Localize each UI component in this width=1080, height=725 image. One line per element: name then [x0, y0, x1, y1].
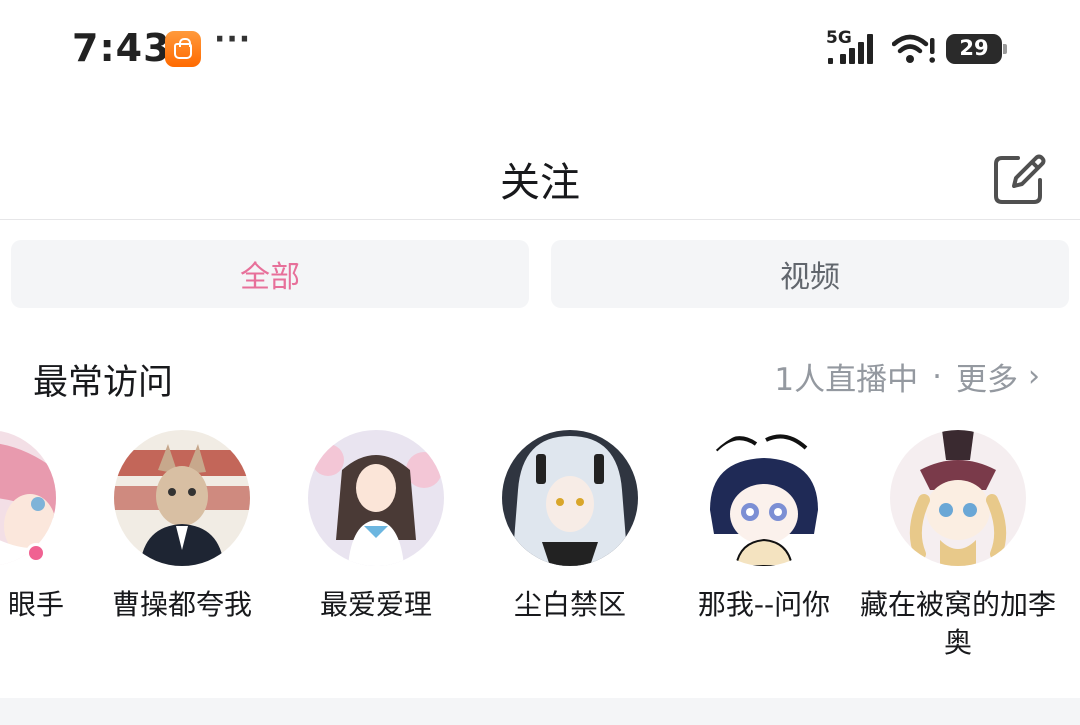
avatar-name: 曹操都夸我	[111, 588, 252, 621]
avatar-name: 藏在被窝的加李奥	[859, 588, 1056, 659]
page-title: 关注	[500, 160, 580, 206]
screen: 7:43 ··· 5G 29 关注 全部 视频 最常访问 1人直播中 · 更多 …	[0, 0, 1080, 725]
more-label: 更多	[956, 362, 1018, 398]
live-status-text: 1人直播中	[774, 362, 919, 398]
frequent-visits-row: 眼手 曹操都夸我 最爱爱理 尘白禁区 那我--问你 藏在被窝的加李奥	[0, 420, 1080, 690]
status-bar: 7:43 ··· 5G 29	[0, 0, 1080, 100]
cellular-signal-icon: 5G	[826, 28, 884, 68]
more-notifications-icon: ···	[214, 22, 252, 57]
avatar-item[interactable]: 那我--问你	[664, 420, 864, 690]
avatar-item[interactable]: 眼手	[0, 420, 88, 690]
mi-store-icon	[165, 31, 201, 67]
avatar-item[interactable]: 最爱爱理	[276, 420, 476, 690]
edit-icon	[994, 154, 1046, 204]
avatar-name: 最爱爱理	[319, 588, 432, 621]
separator-dot: ·	[932, 358, 942, 395]
avatar-item[interactable]: 藏在被窝的加李奥	[858, 420, 1058, 690]
avatar	[308, 430, 444, 566]
battery-icon: 29	[946, 34, 1008, 64]
avatar-item[interactable]: 尘白禁区	[470, 420, 670, 690]
tab-all-label: 全部	[240, 260, 300, 295]
avatar-name: 尘白禁区	[513, 588, 626, 621]
network-type-label: 5G	[826, 28, 852, 48]
wifi-icon	[891, 32, 936, 66]
edit-button[interactable]	[990, 150, 1048, 208]
tab-video[interactable]: 视频	[551, 240, 1069, 308]
live-indicator	[26, 543, 46, 563]
avatar-item[interactable]: 曹操都夸我	[82, 420, 282, 690]
status-time: 7:43	[72, 26, 171, 70]
more-link[interactable]: 1人直播中 · 更多 ›	[774, 354, 1040, 399]
header-divider	[0, 219, 1080, 220]
tab-all[interactable]: 全部	[11, 240, 529, 308]
avatar	[890, 430, 1026, 566]
tab-video-label: 视频	[780, 260, 840, 295]
avatar	[502, 430, 638, 566]
chevron-right-icon: ›	[1028, 359, 1040, 394]
avatar	[696, 430, 832, 566]
section-divider-band	[0, 698, 1080, 725]
avatar	[114, 430, 250, 566]
nav-header: 关注	[0, 130, 1080, 220]
battery-level: 29	[959, 36, 989, 60]
avatar-name: 那我--问你	[697, 588, 831, 621]
section-title: 最常访问	[33, 363, 174, 403]
